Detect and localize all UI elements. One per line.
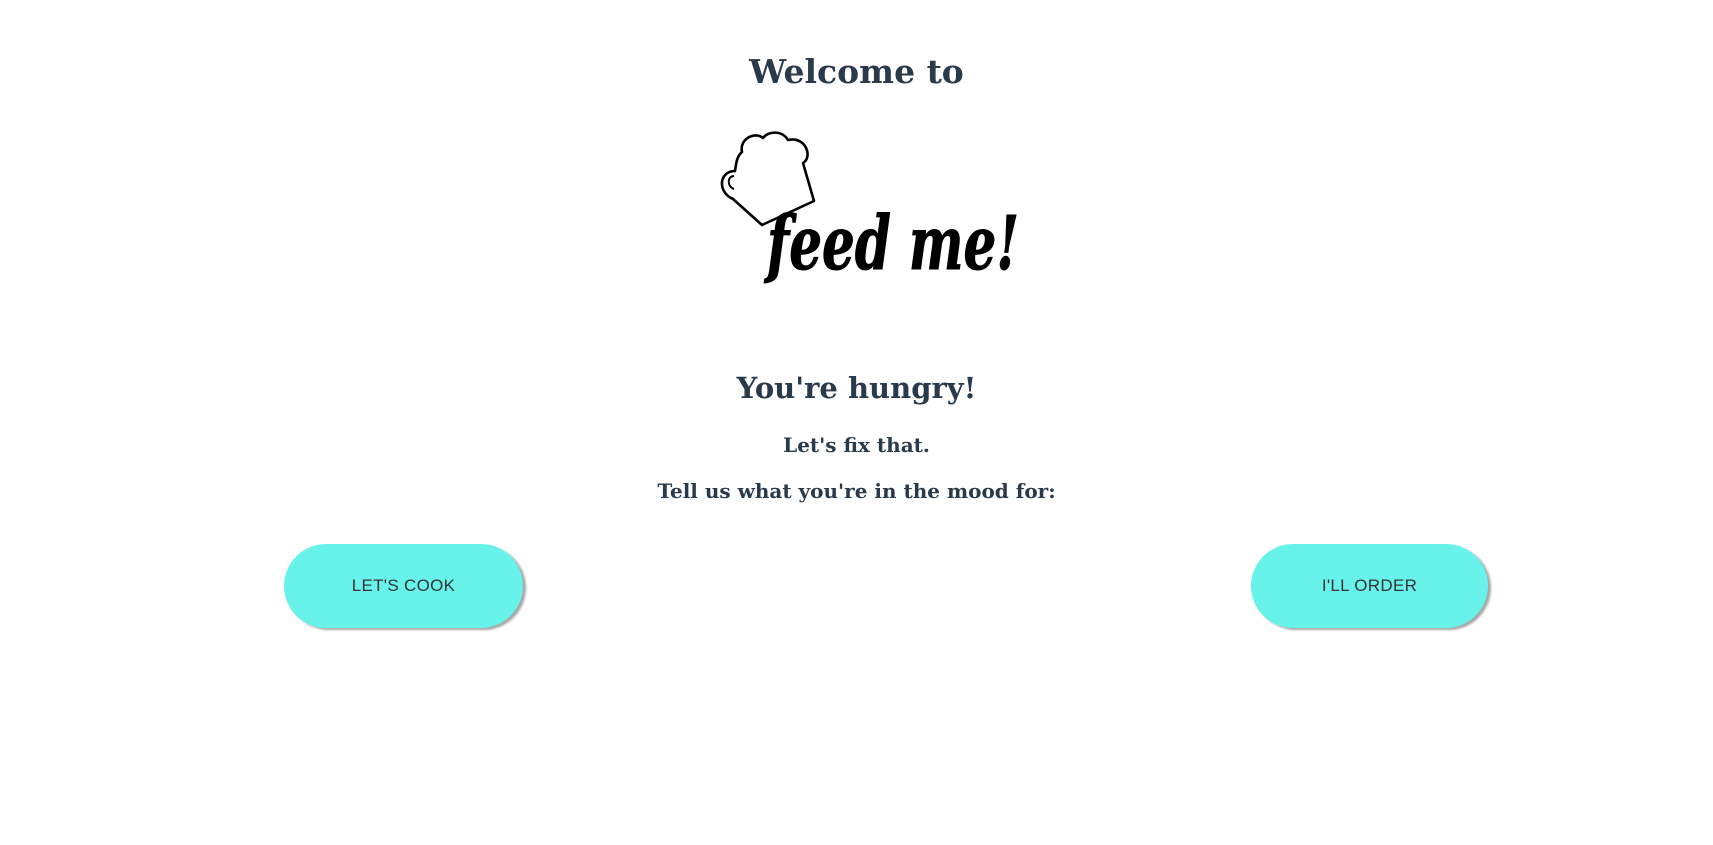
mood-prompt: Tell us what you're in the mood for: (657, 479, 1056, 503)
ill-order-button[interactable]: I'LL ORDER (1251, 544, 1488, 628)
lets-cook-button[interactable]: LET'S COOK (284, 544, 523, 628)
hungry-headline: You're hungry! (736, 371, 977, 405)
feed-me-logo: feed me! (710, 128, 1028, 298)
welcome-heading: Welcome to (749, 52, 964, 91)
fix-subtitle: Let's fix that. (783, 433, 930, 457)
logo-wordmark: feed me! (764, 201, 1019, 287)
